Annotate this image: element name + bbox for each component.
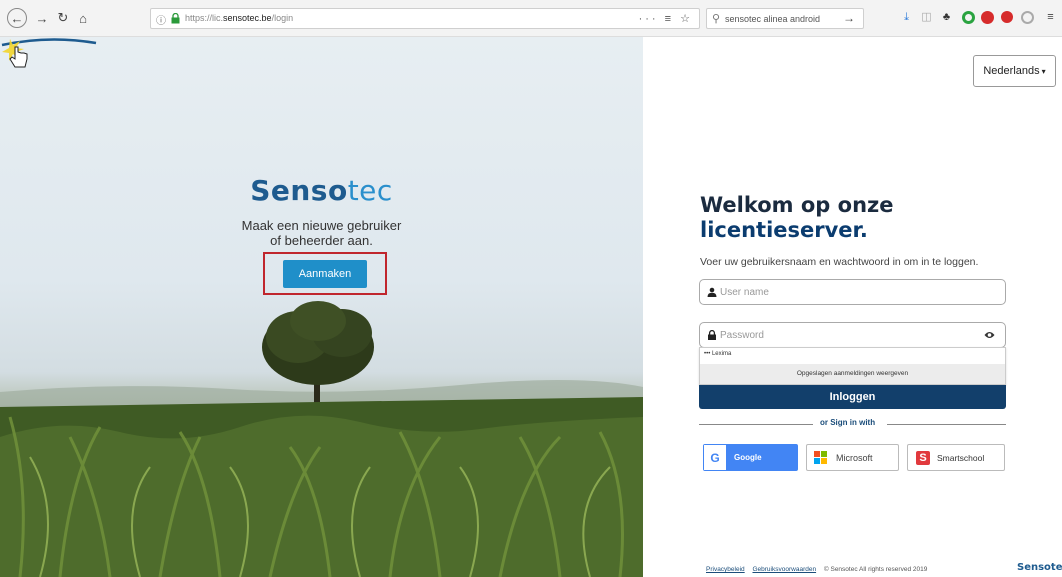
footer-logo: Sensotec	[1017, 562, 1062, 573]
username-input[interactable]	[720, 284, 980, 301]
password-input[interactable]	[720, 327, 980, 344]
password-field[interactable]	[699, 322, 1006, 348]
autofill-item[interactable]: ••• Lexima	[704, 351, 731, 357]
or-sign-in-label: or Sign in with	[820, 418, 876, 427]
smartschool-signin-button[interactable]: S Smartschool	[907, 444, 1005, 471]
privacy-link[interactable]: Privacybeleid	[706, 566, 745, 573]
search-icon: ⚲	[712, 13, 721, 25]
smartschool-icon: S	[916, 450, 930, 465]
adblock-icon[interactable]	[1001, 11, 1013, 23]
caret-down-icon: ▾	[1041, 66, 1046, 76]
extension-red-icon[interactable]	[981, 11, 994, 24]
library-icon[interactable]: ◫	[920, 11, 933, 24]
reload-icon[interactable]: ↻	[54, 9, 72, 27]
extension-gray-icon[interactable]	[1021, 11, 1034, 24]
field-landscape	[0, 301, 643, 577]
autofill-dropdown: ••• Lexima Opgeslagen aanmeldingen weerg…	[699, 347, 1006, 385]
hero-image: Sensotec Maak een nieuwe gebruiker of be…	[0, 37, 643, 577]
user-icon	[707, 287, 717, 297]
back-icon[interactable]: ←	[7, 8, 27, 28]
view-saved-logins[interactable]: Opgeslagen aanmeldingen weergeven	[700, 364, 1005, 384]
terms-link[interactable]: Gebruiksvoorwaarden	[752, 566, 816, 573]
page-actions-icon[interactable]: ··· ≡ ☆	[639, 12, 693, 25]
create-account-button[interactable]: Aanmaken	[283, 260, 367, 288]
copyright: © Sensotec All rights reserved 2019	[823, 566, 928, 573]
brand-logo: Sensotec	[250, 174, 393, 207]
menu-icon[interactable]: ≡	[1044, 11, 1057, 24]
address-bar[interactable]: ⓘ https://lic.sensotec.be/login ··· ≡ ☆	[150, 8, 700, 29]
microsoft-signin-button[interactable]: Microsoft	[806, 444, 899, 471]
page-title: Welkom op onze licentieserver.	[700, 193, 894, 242]
footer: Privacybeleid Gebruiksvoorwaarden © Sens…	[706, 566, 927, 573]
username-field[interactable]	[699, 279, 1006, 305]
browser-toolbar: ← → ↻ ⌂ ⓘ https://lic.sensotec.be/login …	[0, 0, 1062, 37]
download-icon[interactable]: ⤓	[900, 11, 913, 24]
login-instructions: Voer uw gebruikersnaam en wachtwoord in …	[700, 256, 979, 268]
divider-right	[887, 424, 1006, 425]
lock-icon	[708, 330, 716, 340]
hand-cursor-icon	[2, 39, 28, 68]
forward-icon[interactable]: →	[33, 9, 51, 27]
divider-left	[699, 424, 813, 425]
google-signin-button[interactable]: G Google	[703, 444, 798, 471]
extension-icon[interactable]: ♣	[940, 11, 953, 24]
search-input[interactable]: sensotec alinea android	[725, 14, 820, 24]
login-button[interactable]: Inloggen	[699, 385, 1006, 409]
home-icon[interactable]: ⌂	[74, 9, 92, 27]
info-icon[interactable]: ⓘ	[156, 12, 166, 27]
microsoft-icon	[814, 451, 827, 464]
eye-icon[interactable]	[984, 331, 995, 339]
search-bar[interactable]: ⚲ sensotec alinea android →	[706, 8, 864, 29]
tagline: Maak een nieuwe gebruiker of beheerder a…	[241, 218, 402, 248]
lock-icon	[171, 13, 180, 24]
extension-green-icon[interactable]	[962, 11, 975, 24]
language-dropdown[interactable]: Nederlands ▾	[973, 55, 1056, 87]
google-icon: G	[704, 445, 726, 470]
url-text: https://lic.sensotec.be/login	[185, 13, 294, 23]
search-go-icon[interactable]: →	[843, 11, 855, 25]
